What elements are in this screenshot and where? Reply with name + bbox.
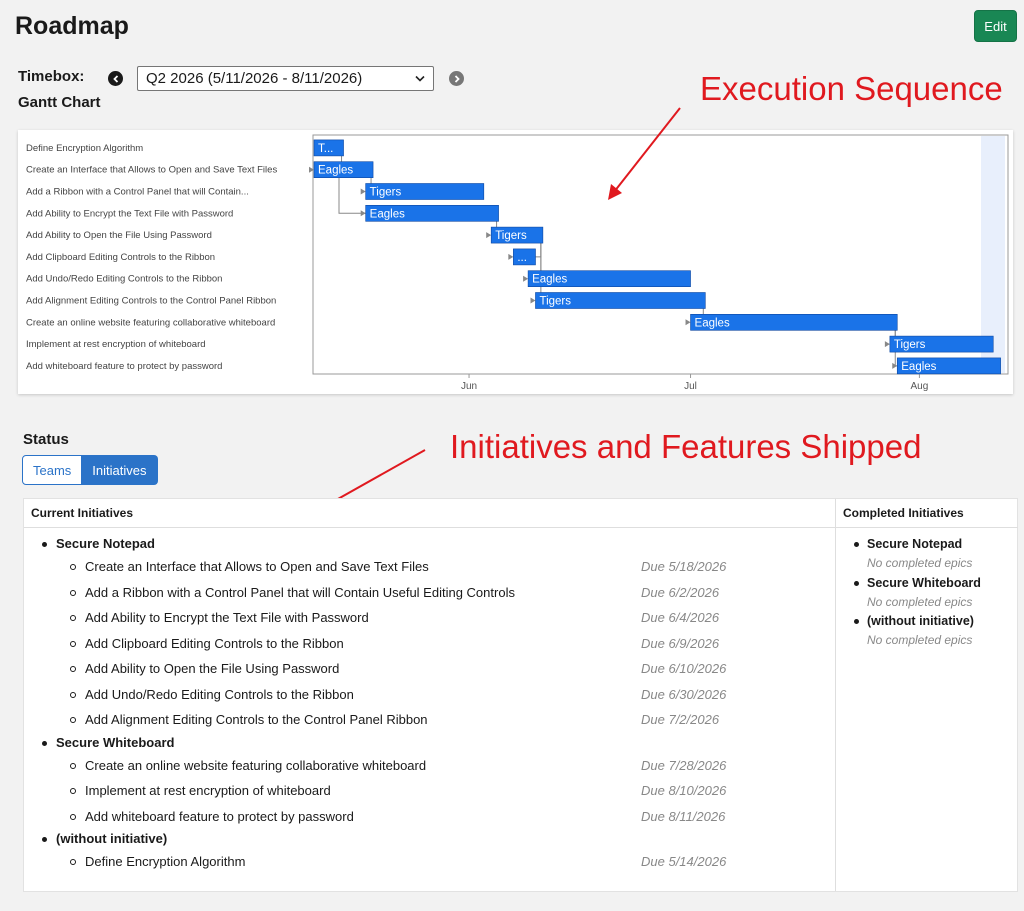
gantt-bar-team-label: Eagles [318, 165, 353, 177]
feature-item: Add a Ribbon with a Control Panel that w… [24, 580, 835, 606]
feature-due-date: Due 5/14/2026 [641, 854, 727, 869]
current-initiatives-header: Current Initiatives [24, 499, 835, 528]
feature-item: Add Ability to Open the File Using Passw… [24, 656, 835, 682]
gantt-chart-title: Gantt Chart [18, 94, 101, 111]
completed-initiative-name: (without initiative) [836, 612, 1018, 631]
gantt-task-label: Add a Ribbon with a Control Panel that w… [26, 187, 249, 198]
feature-item: Create an Interface that Allows to Open … [24, 554, 835, 580]
gantt-month-label: Aug [911, 381, 929, 392]
feature-name: Implement at rest encryption of whiteboa… [85, 783, 331, 798]
gantt-task-label: Add Alignment Editing Controls to the Co… [26, 296, 276, 307]
gantt-bar-team-label: Eagles [370, 208, 405, 220]
gantt-bar-team-label: Tigers [894, 339, 926, 351]
feature-due-date: Due 7/28/2026 [641, 757, 727, 773]
feature-item: Add Alignment Editing Controls to the Co… [24, 707, 835, 733]
status-panel: Current Initiatives Secure Notepad Create… [23, 498, 1018, 892]
feature-item: Add Undo/Redo Editing Controls to the Ri… [24, 682, 835, 708]
status-title: Status [23, 431, 69, 448]
completed-initiative-note: No completed epics [867, 594, 973, 609]
page-title: Roadmap [15, 12, 129, 40]
gantt-task-label: Add Ability to Open the File Using Passw… [26, 230, 212, 241]
next-timebox-button[interactable] [449, 71, 464, 86]
feature-name: Add Ability to Encrypt the Text File wit… [85, 610, 369, 625]
gantt-bar-team-label: Tigers [370, 187, 402, 199]
completed-initiative-note: No completed epics [867, 633, 973, 647]
feature-due-date: Due 6/2/2026 [641, 584, 720, 600]
feature-item: Implement at rest encryption of whiteboa… [24, 778, 835, 804]
feature-name: Add Clipboard Editing Controls to the Ri… [85, 635, 344, 651]
timebox-selected-value: Q2 2026 (5/11/2026 - 8/11/2026) [146, 70, 363, 87]
gantt-bar-team-label: T... [318, 143, 333, 155]
feature-due-date: Due 6/10/2026 [641, 661, 727, 676]
status-view-toggle: Teams Initiatives [22, 455, 158, 485]
completed-initiatives-list: Secure Notepad No completed epics Secure W… [836, 528, 1018, 651]
chevron-right-icon [454, 74, 460, 83]
feature-name: Define Encryption Algorithm [85, 854, 246, 869]
initiative-name: Secure Whiteboard [24, 733, 835, 753]
gantt-bar-team-label: ... [517, 252, 527, 264]
previous-timebox-button[interactable] [108, 71, 123, 86]
completed-initiative-name: Secure Notepad [836, 535, 1018, 554]
timebox-select[interactable]: Q2 2026 (5/11/2026 - 8/11/2026) [137, 66, 434, 91]
chevron-left-icon [112, 74, 118, 83]
current-initiatives-list: Secure Notepad Create an Interface that A… [24, 528, 835, 875]
gantt-bar-team-label: Eagles [901, 361, 936, 373]
feature-item: Add Ability to Encrypt the Text File wit… [24, 605, 835, 631]
feature-due-date: Due 5/18/2026 [641, 559, 727, 574]
gantt-task-label: Create an online website featuring colla… [26, 317, 275, 328]
feature-name: Add Undo/Redo Editing Controls to the Ri… [85, 686, 354, 702]
feature-name: Add whiteboard feature to protect by pas… [85, 808, 354, 824]
feature-name: Add Ability to Open the File Using Passw… [85, 661, 340, 676]
feature-name: Add Alignment Editing Controls to the Co… [85, 712, 428, 727]
gantt-chart: Jun Jul Aug Define Encryption Algorithm Crea… [18, 130, 1013, 394]
gantt-task-label: Add Undo/Redo Editing Controls to the Ri… [26, 274, 222, 285]
gantt-bar-team-label: Tigers [495, 230, 527, 242]
gantt-task-label: Define Encryption Algorithm [26, 143, 143, 154]
feature-due-date: Due 8/11/2026 [641, 808, 726, 824]
gantt-bar-team-label: Eagles [532, 274, 567, 286]
gantt-month-label: Jul [684, 381, 697, 392]
feature-name: Create an Interface that Allows to Open … [85, 559, 429, 574]
gantt-bar-team-label: Eagles [695, 317, 730, 329]
completed-initiative-note: No completed epics [867, 556, 973, 570]
feature-item: Add Clipboard Editing Controls to the Ri… [24, 631, 835, 657]
feature-item: Add whiteboard feature to protect by pas… [24, 804, 835, 830]
timebox-label: Timebox: [18, 68, 85, 85]
initiative-name: Secure Notepad [24, 534, 835, 554]
gantt-month-label: Jun [461, 381, 477, 392]
teams-toggle-button[interactable]: Teams [22, 455, 83, 485]
feature-name: Add a Ribbon with a Control Panel that w… [85, 584, 515, 600]
feature-name: Create an online website featuring colla… [85, 757, 427, 773]
current-initiatives-column: Current Initiatives Secure Notepad Create… [24, 499, 836, 891]
gantt-bar-team-label: Tigers [539, 296, 571, 308]
feature-due-date: Due 7/2/2026 [641, 712, 720, 727]
initiatives-toggle-button[interactable]: Initiatives [82, 455, 158, 485]
annotation-execution-sequence: Execution Sequence [700, 70, 1003, 107]
initiative-name: (without initiative) [24, 829, 835, 849]
completed-initiatives-column: Completed Initiatives Secure Notepad No c… [836, 499, 1018, 891]
feature-item: Define Encryption Algorithm Due 5/14/2026 [24, 849, 835, 875]
gantt-task-label: Add Ability to Encrypt the Text File wit… [26, 208, 233, 219]
completed-initiative-name: Secure Whiteboard [836, 574, 1018, 593]
feature-item: Create an online website featuring colla… [24, 753, 835, 779]
chevron-down-icon [415, 75, 425, 82]
feature-due-date: Due 8/10/2026 [641, 783, 727, 798]
edit-button[interactable]: Edit [974, 10, 1017, 42]
feature-due-date: Due 6/9/2026 [641, 635, 720, 651]
annotation-initiatives-shipped: Initiatives and Features Shipped [450, 428, 922, 465]
completed-initiatives-header: Completed Initiatives [836, 499, 1018, 528]
feature-due-date: Due 6/4/2026 [641, 610, 720, 625]
feature-due-date: Due 6/30/2026 [641, 686, 727, 702]
gantt-task-label: Add whiteboard feature to protect by pas… [26, 361, 222, 372]
gantt-task-label: Implement at rest encryption of whiteboa… [26, 339, 206, 350]
gantt-chart-canvas: Jun Jul Aug Define Encryption Algorithm Crea… [26, 134, 1009, 392]
gantt-task-label: Add Clipboard Editing Controls to the Ri… [26, 252, 215, 263]
gantt-task-label: Create an Interface that Allows to Open … [26, 165, 277, 176]
